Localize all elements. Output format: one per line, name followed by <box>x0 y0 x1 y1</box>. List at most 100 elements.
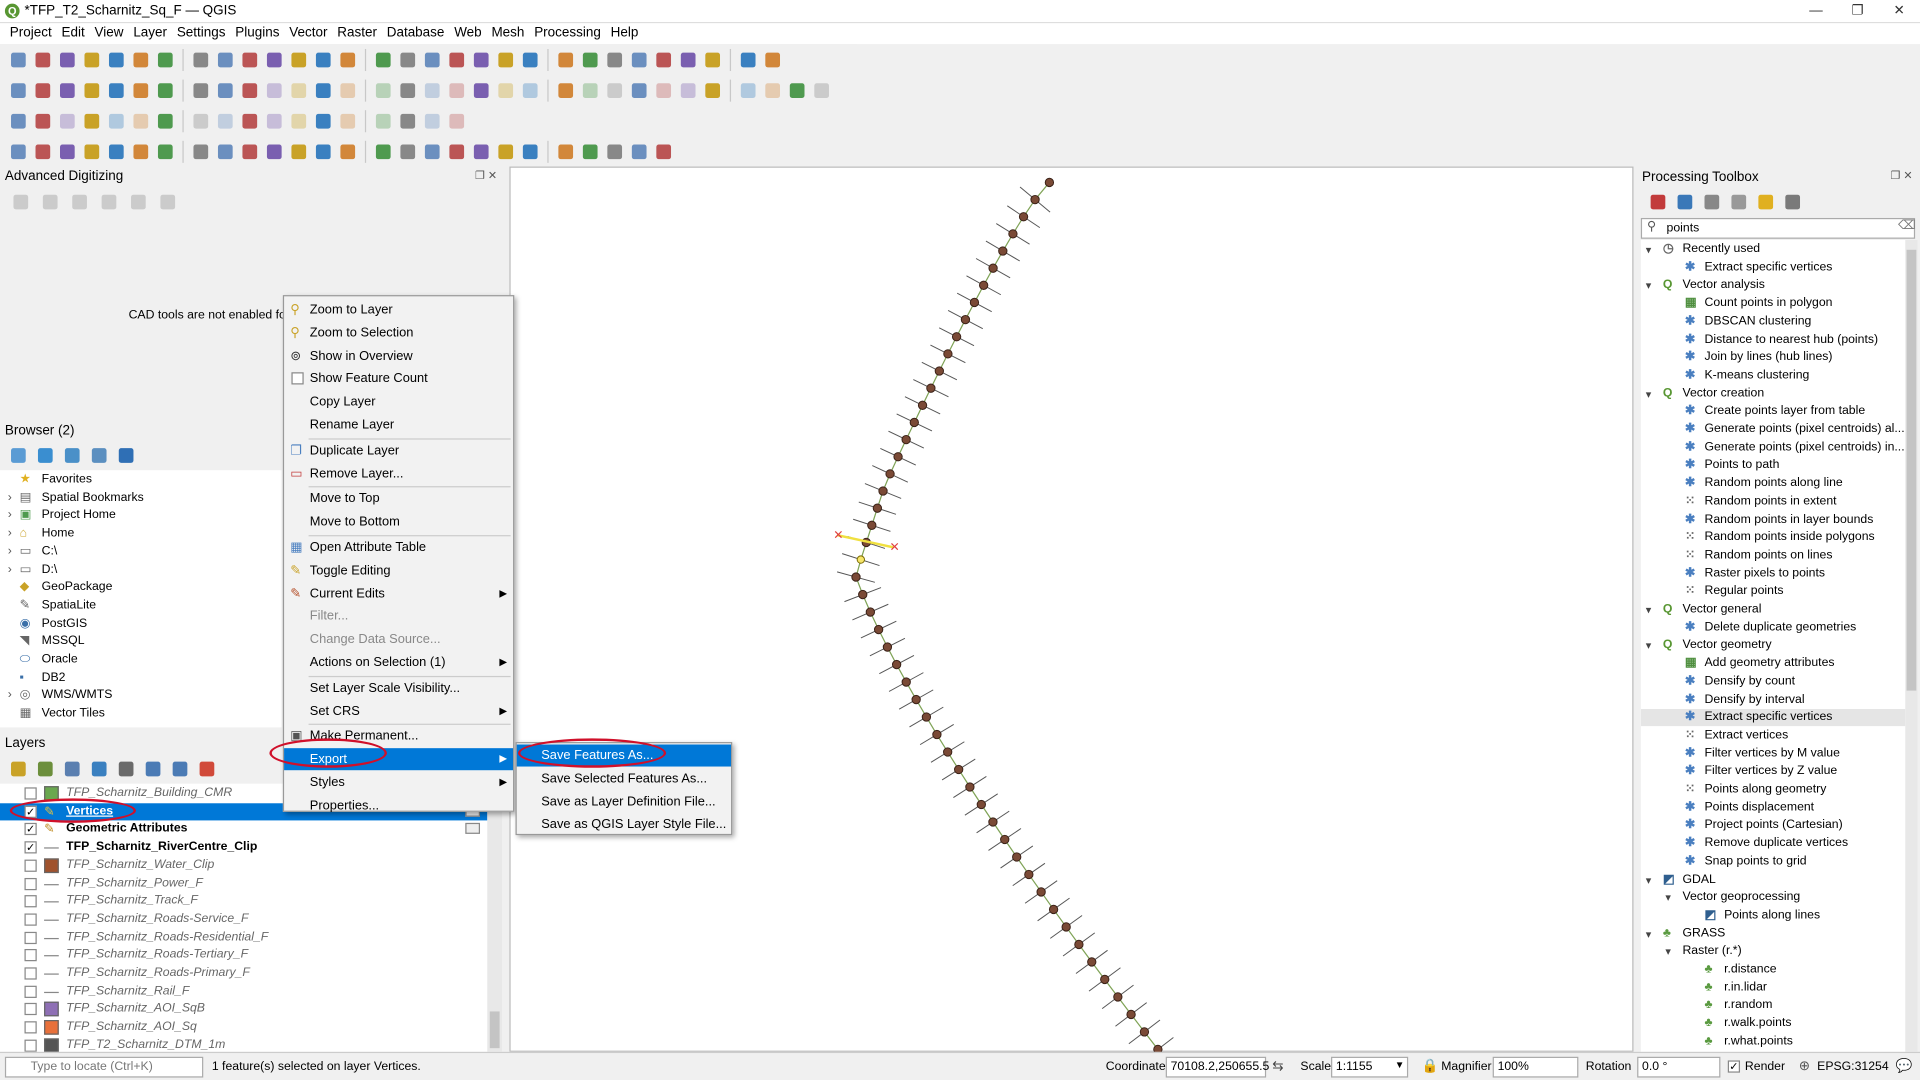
toggle-extents-icon[interactable]: ⇆ <box>1272 1058 1283 1074</box>
tb2-tool-icon-4[interactable] <box>105 79 127 101</box>
tb2-tool-icon-1[interactable] <box>32 79 54 101</box>
tb2-tool-icon-26[interactable] <box>677 79 699 101</box>
context-menu-item-zoom-to-selection[interactable]: ⚲ Zoom to Selection <box>284 322 513 344</box>
cad-perpendicular-icon[interactable] <box>98 191 120 213</box>
processing-algorithm[interactable]: ♣ r.in.lidar <box>1641 979 1905 996</box>
vertex-point[interactable] <box>901 677 911 687</box>
tb2-tool-icon-6[interactable] <box>154 79 176 101</box>
tb1-tool-icon-22[interactable] <box>579 48 601 70</box>
layer-visibility-checkbox[interactable] <box>24 913 37 926</box>
tb3-tool-icon-2[interactable] <box>56 110 78 132</box>
tb1-tool-icon-28[interactable] <box>737 48 759 70</box>
processing-algorithm[interactable]: ⁙ Random points in extent <box>1641 493 1905 510</box>
tb1-tool-icon-21[interactable] <box>555 48 577 70</box>
tb1-tool-icon-14[interactable] <box>372 48 394 70</box>
browser-item[interactable]: ◉ PostGIS <box>0 615 88 632</box>
processing-algorithm[interactable]: ⁙ Regular points <box>1641 583 1905 600</box>
tb1-tool-icon-27[interactable] <box>702 48 724 70</box>
layer-row[interactable]: ✓ TFP_Scharnitz_RiverCentre_Clip <box>0 839 487 856</box>
processing-algorithm[interactable]: ✱ DBSCAN clustering <box>1641 313 1905 330</box>
vertex-point[interactable] <box>878 486 888 496</box>
tb1-tool-icon-2[interactable] <box>56 48 78 70</box>
tb2-tool-icon-18[interactable] <box>470 79 492 101</box>
tb3-tool-icon-13[interactable] <box>337 110 359 132</box>
tb1-tool-icon-29[interactable] <box>762 48 784 70</box>
browser-item[interactable]: ▪ DB2 <box>0 669 66 686</box>
vertex-point[interactable] <box>858 589 868 600</box>
vertex-point[interactable] <box>1030 194 1040 205</box>
tb1-tool-icon-17[interactable] <box>446 48 468 70</box>
layer-row[interactable]: TFP_Scharnitz_Roads-Primary_F <box>0 965 487 982</box>
tb2-tool-icon-21[interactable] <box>555 79 577 101</box>
browser-item[interactable]: › ▭ C:\ <box>0 543 58 560</box>
tb4-tool-icon-14[interactable] <box>372 140 394 162</box>
processing-algorithm[interactable]: ✱ Join by lines (hub lines) <box>1641 349 1905 366</box>
tb3-tool-icon-3[interactable] <box>81 110 103 132</box>
tb2-tool-icon-3[interactable] <box>81 79 103 101</box>
crs-globe-icon[interactable]: ⊕ <box>1799 1058 1810 1074</box>
vertex-point[interactable] <box>1044 177 1055 188</box>
expand-arrow-icon[interactable]: ▾ <box>1646 601 1652 618</box>
filter-expression-icon[interactable] <box>115 758 137 780</box>
tb4-tool-icon-10[interactable] <box>263 140 285 162</box>
menu-help[interactable]: Help <box>606 23 644 44</box>
collapse-all-layers-icon[interactable] <box>169 758 191 780</box>
vertex-point[interactable] <box>901 434 911 445</box>
processing-algorithm[interactable]: ✱ Extract specific vertices <box>1640 709 1906 727</box>
magnifier-field[interactable]: 100% <box>1492 1056 1579 1078</box>
tb2-tool-icon-20[interactable] <box>519 79 541 101</box>
tb1-tool-icon-13[interactable] <box>337 48 359 70</box>
layer-visibility-checkbox[interactable] <box>24 1021 37 1034</box>
tb4-tool-icon-19[interactable] <box>495 140 517 162</box>
edit-features-in-place-icon[interactable] <box>1755 191 1777 213</box>
tb1-tool-icon-12[interactable] <box>312 48 334 70</box>
browser-item[interactable]: › ▣ Project Home <box>0 507 116 524</box>
tb1-tool-icon-26[interactable] <box>677 48 699 70</box>
filter-legend-icon[interactable] <box>88 758 110 780</box>
browser-item[interactable]: ▦ Vector Tiles <box>0 705 105 722</box>
menu-raster[interactable]: Raster <box>332 23 381 44</box>
tb4-tool-icon-22[interactable] <box>579 140 601 162</box>
vertex-point[interactable] <box>1061 922 1071 932</box>
layer-row[interactable]: TFP_Scharnitz_Roads-Service_F <box>0 911 487 928</box>
context-menu-item-show-feature-count[interactable]: Show Feature Count <box>284 368 513 390</box>
tb1-tool-icon-11[interactable] <box>288 48 310 70</box>
expand-arrow-icon[interactable]: › <box>0 543 20 560</box>
expand-arrow-icon[interactable]: › <box>0 489 20 506</box>
tb4-tool-icon-17[interactable] <box>446 140 468 162</box>
vertex-point[interactable] <box>1100 974 1110 985</box>
context-menu-item-duplicate-layer[interactable]: ❐ Duplicate Layer <box>284 439 513 461</box>
context-menu-item-set-layer-scale-visibility[interactable]: Set Layer Scale Visibility... <box>284 677 513 699</box>
tb1-tool-icon-1[interactable] <box>32 48 54 70</box>
vertex-point[interactable] <box>1048 904 1059 915</box>
processing-algorithm[interactable]: ♣ r.distance <box>1641 961 1905 978</box>
context-menu-item-move-to-top[interactable]: Move to Top <box>284 488 513 510</box>
map-features[interactable]: ✕✕ <box>511 168 1635 1054</box>
menu-database[interactable]: Database <box>382 23 449 44</box>
vertex-point[interactable] <box>893 452 903 462</box>
vertex-point[interactable] <box>951 332 962 342</box>
processing-group[interactable]: ▾ ♣ GRASS <box>1641 925 1905 942</box>
tb4-tool-icon-5[interactable] <box>130 140 152 162</box>
browser-item[interactable]: ◆ GeoPackage <box>0 579 113 596</box>
collapse-all-icon[interactable] <box>88 444 110 466</box>
layer-row[interactable]: TFP_Scharnitz_AOI_SqB <box>0 1001 487 1018</box>
processing-algorithm[interactable]: ✱ Snap points to grid <box>1641 853 1905 870</box>
context-menu-item-set-crs[interactable]: Set CRS ▶ <box>284 700 513 722</box>
vertex-point[interactable] <box>882 642 893 652</box>
layer-visibility-checkbox[interactable] <box>24 967 37 980</box>
locator-input[interactable]: Type to locate (Ctrl+K) <box>4 1056 204 1078</box>
lock-scale-icon[interactable]: 🔒 <box>1422 1058 1439 1074</box>
open-layer-styling-icon[interactable] <box>7 758 29 780</box>
browser-item[interactable]: › ◎ WMS/WMTS <box>0 687 113 704</box>
render-checkbox[interactable]: ✓ <box>1727 1060 1741 1073</box>
vertex-point[interactable] <box>998 246 1008 256</box>
tb2-tool-icon-12[interactable] <box>312 79 334 101</box>
layer-visibility-checkbox[interactable] <box>24 1003 37 1016</box>
layer-row[interactable]: TFP_Scharnitz_Track_F <box>0 893 487 910</box>
tb4-tool-icon-9[interactable] <box>239 140 261 162</box>
messages-icon[interactable]: 💬 <box>1896 1058 1913 1074</box>
menu-mesh[interactable]: Mesh <box>487 23 530 44</box>
vertex-point[interactable] <box>1074 939 1084 950</box>
context-menu-item-copy-layer[interactable]: Copy Layer <box>284 391 513 413</box>
